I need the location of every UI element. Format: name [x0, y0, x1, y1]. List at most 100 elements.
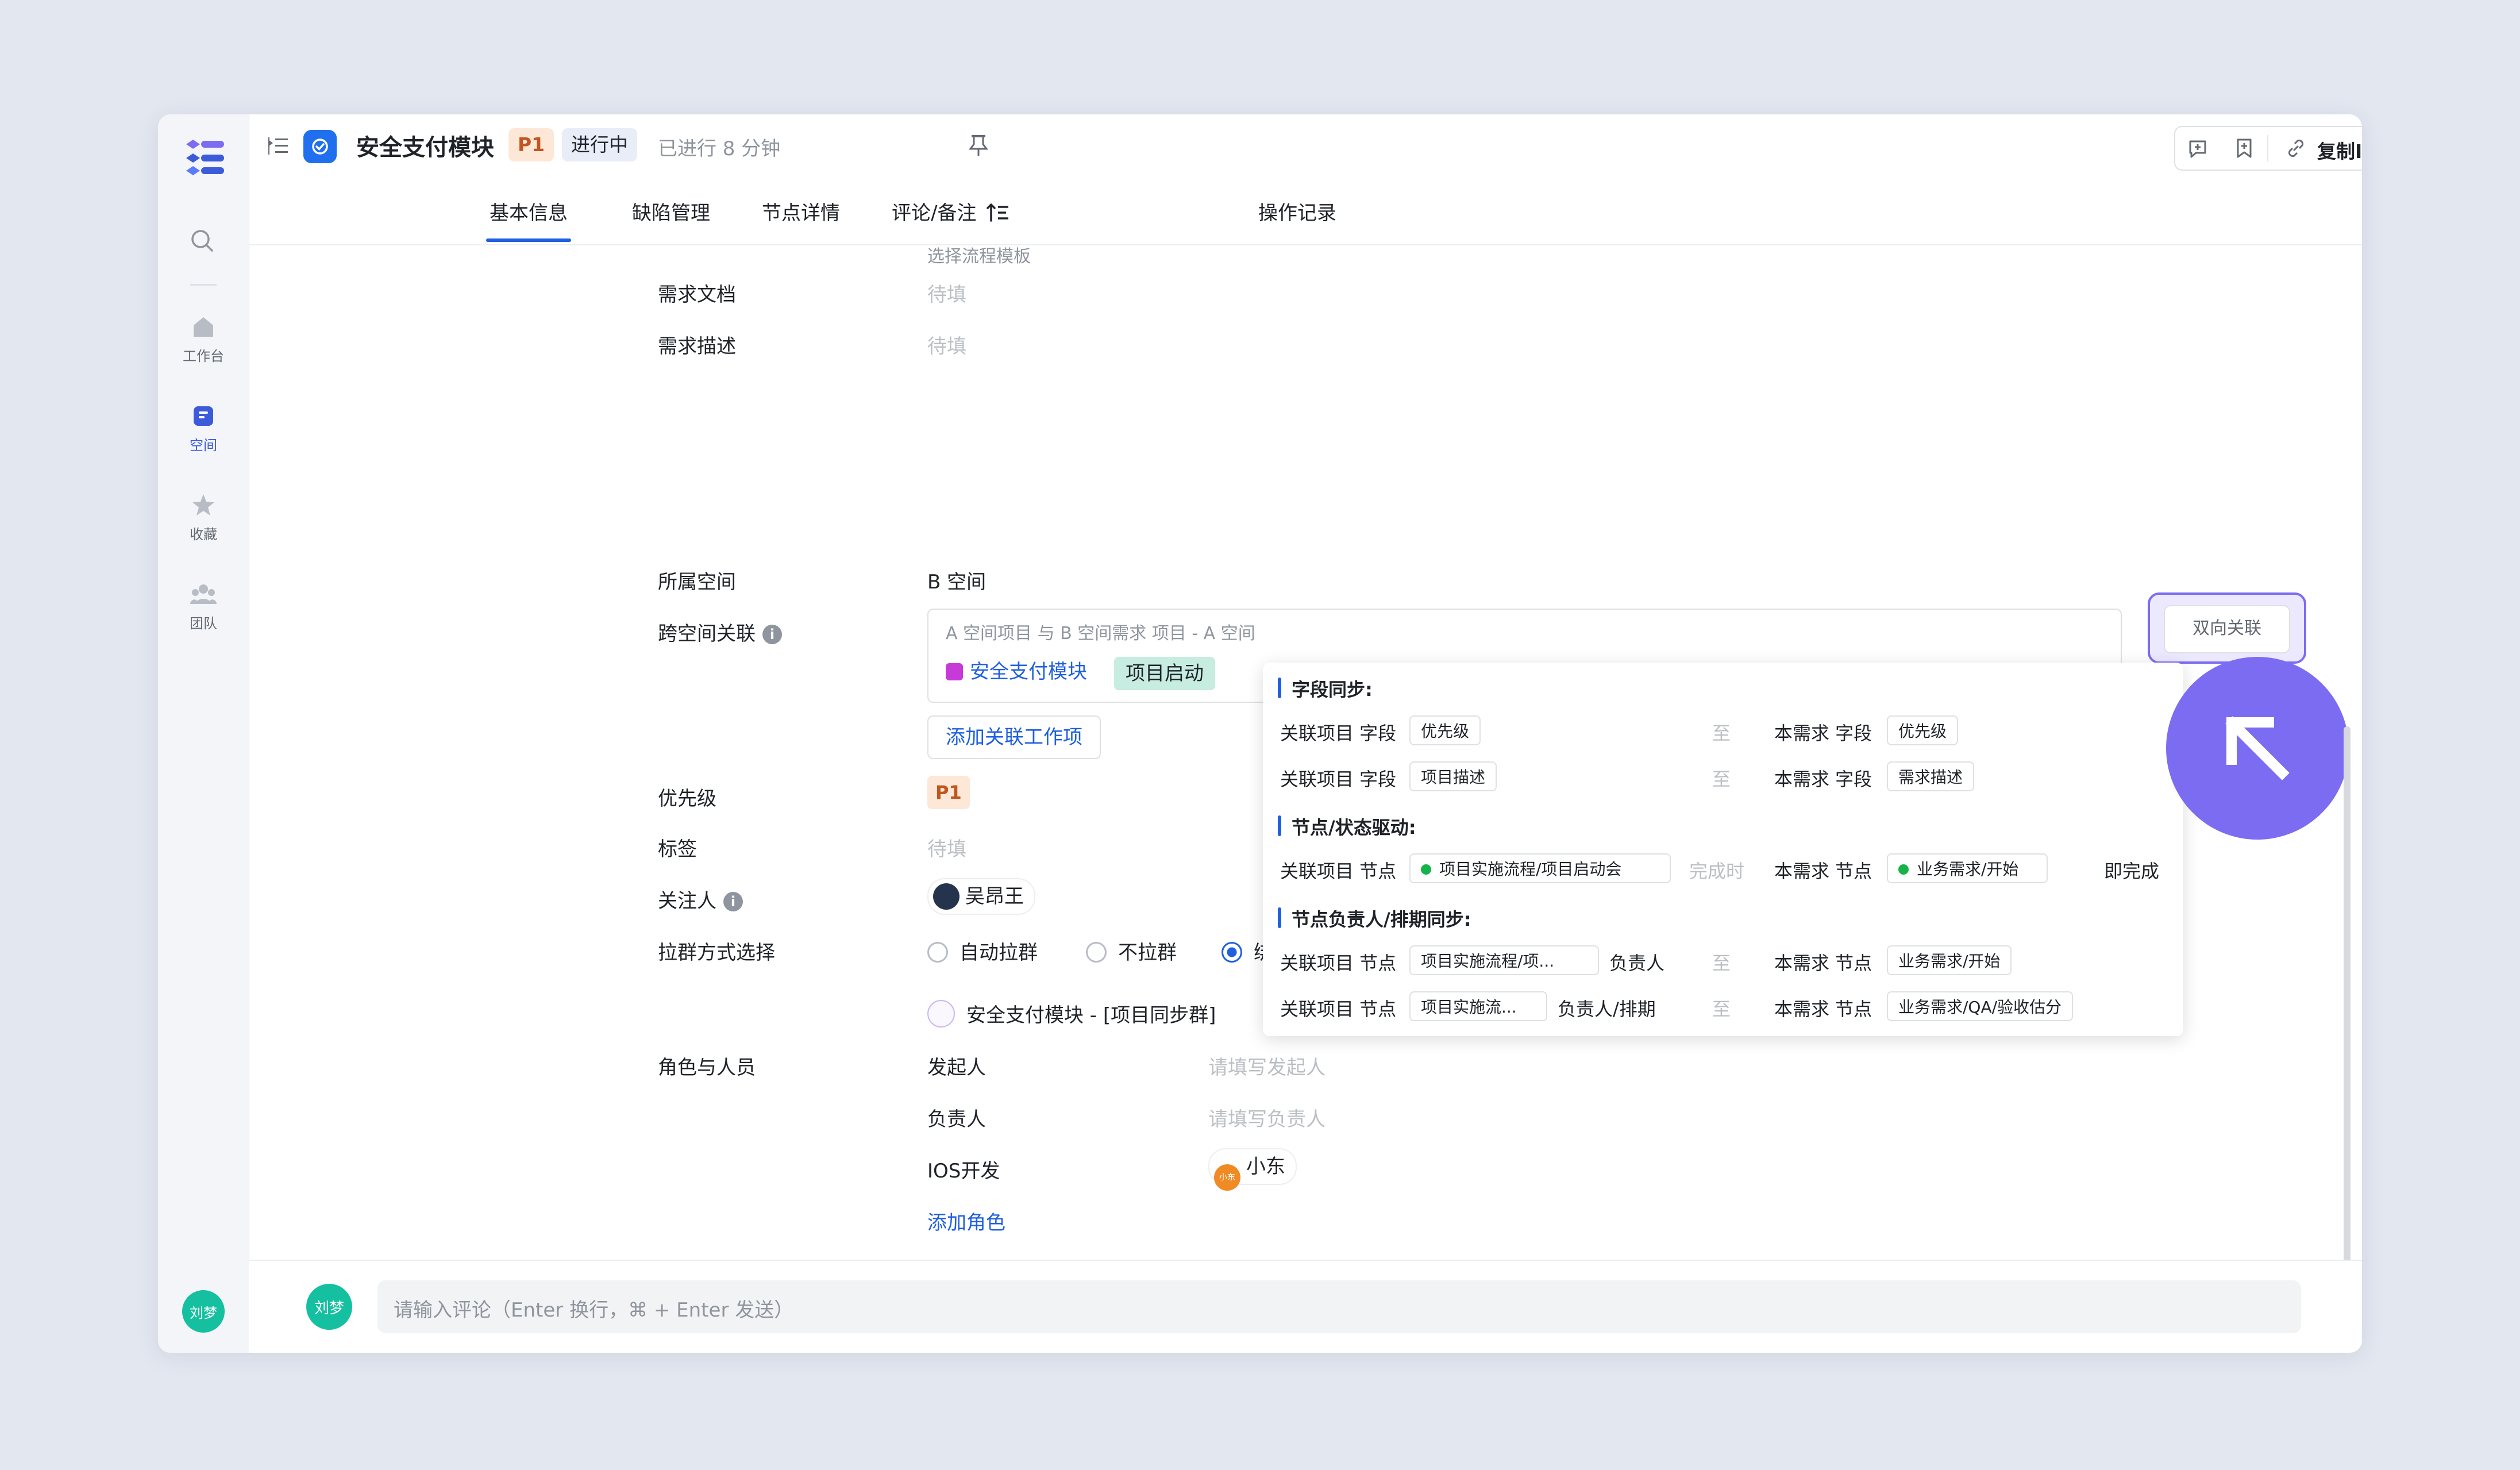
- scrollbar[interactable]: [2344, 726, 2351, 1353]
- priority-badge[interactable]: P1: [508, 128, 554, 161]
- add-role-link[interactable]: 添加角色: [927, 1207, 1005, 1235]
- copy-id-button[interactable]: 复制ID: [2317, 136, 2362, 164]
- cursor-highlight: [2166, 657, 2349, 840]
- space-value[interactable]: B 空间: [927, 566, 986, 594]
- sidebar-item-favorites[interactable]: 收藏: [158, 491, 249, 543]
- ios-dev-chip[interactable]: 小东 小东: [1208, 1148, 1297, 1191]
- tab-node-details[interactable]: 节点详情: [762, 197, 840, 225]
- watcher-label: 关注人 i: [658, 885, 743, 913]
- search-icon[interactable]: [188, 226, 217, 255]
- watcher-chip[interactable]: 吴昂王: [927, 878, 1035, 915]
- tab-bar: 基本信息 缺陷管理 节点详情 评论/备注 操作记录: [249, 178, 2362, 245]
- sidebar-toggle-icon[interactable]: [266, 134, 290, 158]
- desc-field[interactable]: 待填: [927, 330, 966, 359]
- initiator-field[interactable]: 请填写发起人: [1208, 1052, 1325, 1080]
- bidirectional-highlight: 双向关联: [2148, 592, 2306, 664]
- avatar: 刘梦: [306, 1284, 352, 1330]
- status-badge[interactable]: 进行中: [562, 128, 637, 161]
- app-window: 工作台 空间 收藏 团队 刘梦 安全支付模块 P1 进行中 已进行 8 分钟 复…: [158, 114, 2362, 1353]
- radio-label: 自动拉群: [960, 941, 1038, 964]
- bidirectional-relation-button[interactable]: 双向关联: [2164, 605, 2290, 653]
- node-tag[interactable]: 项目实施流...: [1409, 991, 1547, 1021]
- status-dot-icon: [1421, 864, 1431, 875]
- bound-group[interactable]: 安全支付模块 - [项目同步群]: [927, 999, 1216, 1028]
- sidebar-item-label: 团队: [190, 615, 217, 632]
- to-text: 至: [1712, 952, 1731, 974]
- flow-template-hint[interactable]: 选择流程模板: [927, 244, 1031, 267]
- node-tag-label: 项目实施流程/项目启动会: [1439, 860, 1622, 879]
- section-owner-sync: 节点负责人/排期同步:: [1278, 905, 1471, 932]
- sidebar-item-workbench[interactable]: 工作台: [158, 313, 249, 365]
- to-text: 至: [1712, 768, 1731, 790]
- to-text: 至: [1712, 722, 1731, 744]
- info-icon[interactable]: i: [762, 625, 782, 644]
- sidebar-item-space[interactable]: 空间: [158, 402, 249, 454]
- radio-no-group[interactable]: 不拉群: [1086, 937, 1177, 965]
- info-icon[interactable]: i: [723, 892, 743, 911]
- related-work-item-label: 安全支付模块: [970, 660, 1087, 683]
- node-tag[interactable]: 业务需求/开始: [1887, 853, 2048, 883]
- doc-field[interactable]: 待填: [927, 279, 966, 307]
- priority-label: 优先级: [658, 787, 716, 810]
- owner-schedule-text: 负责人/排期: [1558, 998, 1656, 1020]
- priority-chip[interactable]: P1: [927, 776, 970, 809]
- sidebar-item-label: 收藏: [190, 526, 217, 542]
- link-icon[interactable]: [2284, 137, 2307, 160]
- bookmark-icon[interactable]: [2233, 137, 2256, 160]
- related-work-item[interactable]: 安全支付模块: [946, 656, 1087, 688]
- sort-icon[interactable]: [987, 202, 1009, 223]
- avatar: [933, 883, 960, 910]
- radio-circle: [1086, 942, 1107, 963]
- row-right-label: 本需求 节点: [1774, 952, 1872, 974]
- space-label: 所属空间: [658, 571, 736, 594]
- toolbar-divider: [2267, 135, 2268, 161]
- team-icon: [190, 584, 217, 604]
- node-tag[interactable]: 业务需求/开始: [1887, 945, 2012, 975]
- row-right-label: 本需求 节点: [1774, 860, 1872, 882]
- cross-space-label-text: 跨空间关联: [658, 622, 756, 645]
- action-text: 即完成: [2104, 860, 2160, 882]
- doc-label: 需求文档: [658, 283, 736, 306]
- group-method-label: 拉群方式选择: [658, 941, 775, 964]
- section-node-driver: 节点/状态驱动:: [1278, 813, 1416, 840]
- radio-label: 不拉群: [1118, 941, 1177, 964]
- cross-space-label: 跨空间关联 i: [658, 618, 782, 646]
- user-avatar[interactable]: 刘梦: [182, 1290, 225, 1333]
- tab-defects[interactable]: 缺陷管理: [632, 197, 710, 225]
- section-field-sync: 字段同步:: [1278, 675, 1373, 702]
- avatar: 小东: [1214, 1164, 1240, 1191]
- field-tag[interactable]: 优先级: [1887, 715, 1959, 745]
- watcher-name: 吴昂王: [965, 885, 1024, 908]
- field-tag[interactable]: 项目描述: [1409, 761, 1497, 791]
- row-left-label: 关联项目 字段: [1280, 768, 1397, 790]
- owner-field[interactable]: 请填写负责人: [1208, 1103, 1325, 1132]
- add-relation-button[interactable]: 添加关联工作项: [927, 715, 1101, 759]
- when-text: 完成时: [1689, 860, 1745, 882]
- add-comment-icon[interactable]: [2187, 137, 2210, 160]
- sidebar-item-team[interactable]: 团队: [158, 580, 249, 632]
- field-tag[interactable]: 需求描述: [1887, 761, 1975, 791]
- pin-icon[interactable]: [967, 133, 990, 158]
- group-icon: [927, 1000, 955, 1028]
- sidebar-divider: [190, 284, 217, 286]
- related-node-chip[interactable]: 项目启动: [1114, 657, 1215, 690]
- node-tag[interactable]: 项目实施流程/项目启动会: [1409, 853, 1671, 883]
- tab-activity-log[interactable]: 操作记录: [1258, 197, 1336, 225]
- comment-input[interactable]: 请输入评论（Enter 换行，⌘ + Enter 发送）: [377, 1280, 2301, 1333]
- radio-auto-group[interactable]: 自动拉群: [927, 937, 1038, 965]
- role-name: 负责人: [927, 1108, 986, 1131]
- tab-comments[interactable]: 评论/备注: [892, 197, 1009, 225]
- cursor-arrow-icon: [2225, 716, 2290, 780]
- star-icon: [192, 494, 214, 515]
- tag-field[interactable]: 待填: [927, 833, 966, 861]
- space-icon: [194, 406, 213, 426]
- node-tag[interactable]: 项目实施流程/项...: [1409, 945, 1599, 975]
- row-right-label: 本需求 字段: [1774, 768, 1872, 790]
- tab-basic-info[interactable]: 基本信息: [486, 197, 571, 242]
- radio-circle-selected: [1222, 942, 1242, 963]
- field-tag[interactable]: 优先级: [1409, 715, 1481, 745]
- app-logo[interactable]: [182, 137, 228, 178]
- sidebar: 工作台 空间 收藏 团队 刘梦: [158, 114, 249, 1353]
- node-tag[interactable]: 业务需求/QA/验收估分: [1887, 991, 2074, 1021]
- comment-placeholder: 请输入评论（Enter 换行，⌘ + Enter 发送）: [394, 1299, 794, 1322]
